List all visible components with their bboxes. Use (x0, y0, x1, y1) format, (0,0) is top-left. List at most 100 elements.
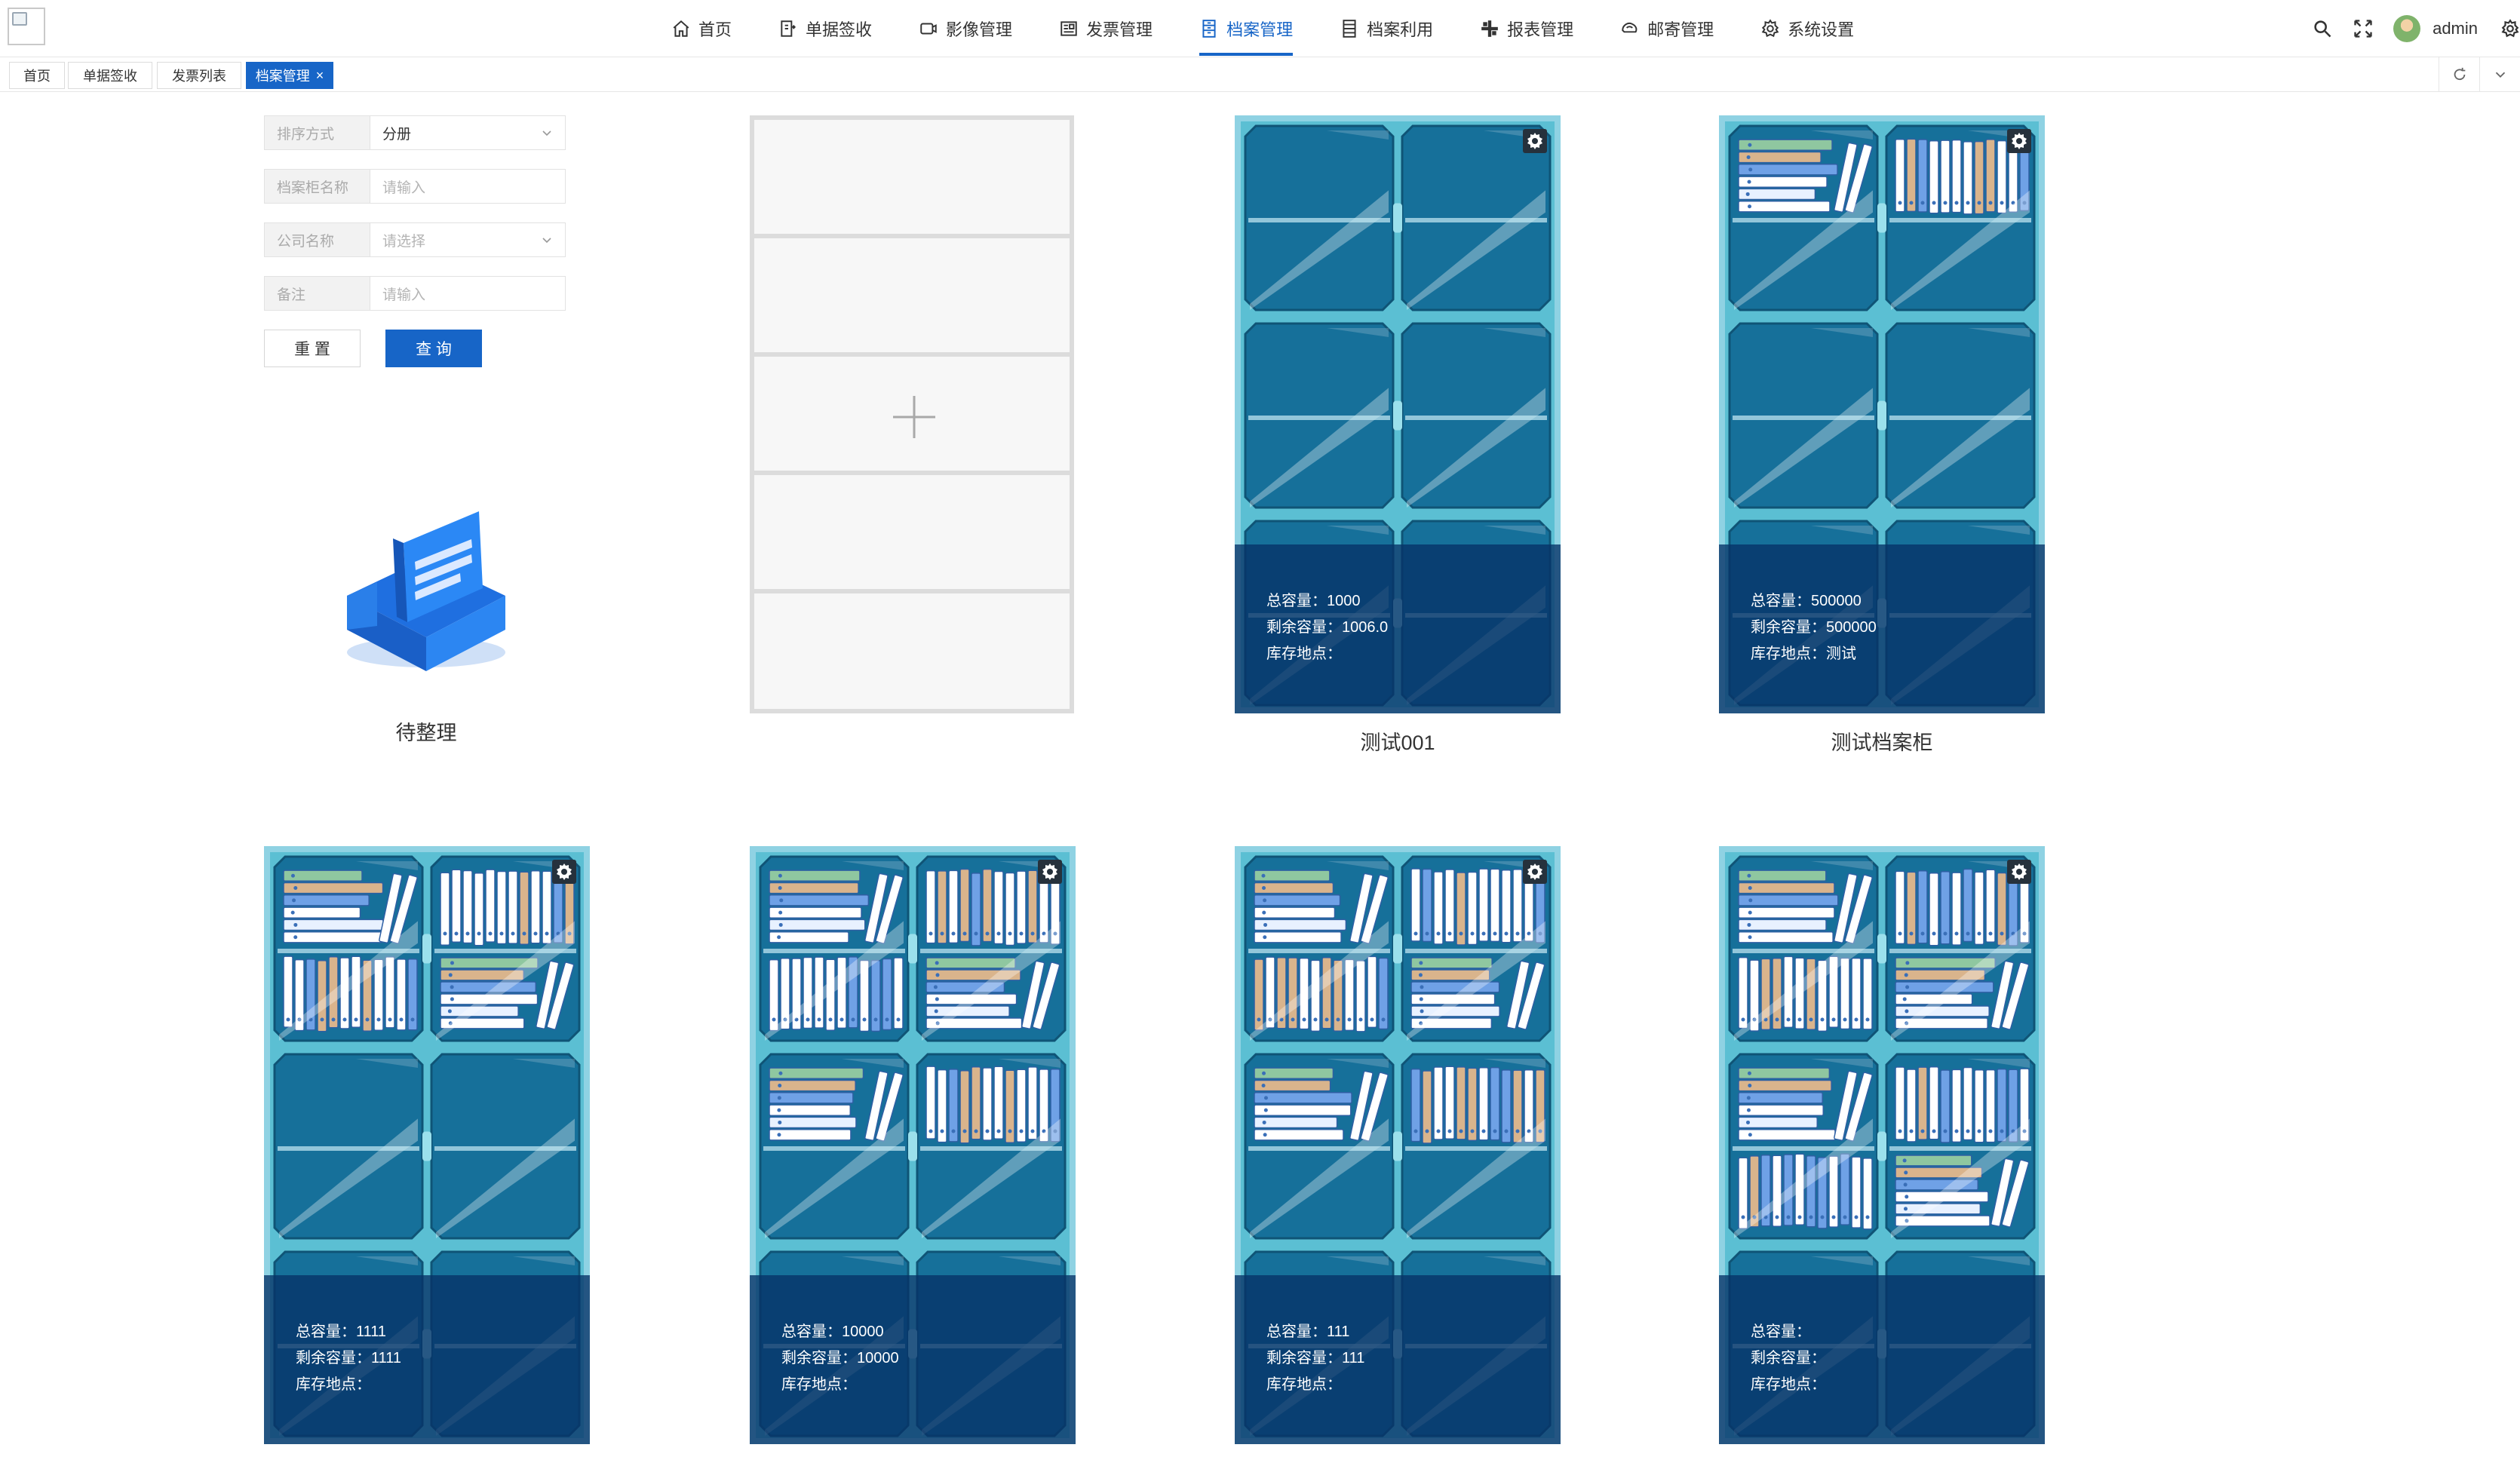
tabs-bar: 首页 单据签收 发票列表 档案管理 × (0, 57, 2520, 92)
cabinet-location-label: 库存地点： (1266, 1376, 1342, 1393)
cabinet-settings-icon[interactable] (552, 860, 576, 884)
cabinet-total-label: 总容量： (1266, 593, 1327, 609)
archive-cabinet-card[interactable]: 总容量：10000 剩余容量：10000 库存地点： (750, 846, 1076, 1444)
tab-document-sign[interactable]: 单据签收 (68, 62, 152, 89)
cabinet-total-value: 1111 (356, 1323, 387, 1340)
nav-item-invoice-management[interactable]: 发票管理 (1059, 0, 1153, 57)
cabinet-remaining-line: 剩余容量：1111 (296, 1345, 590, 1372)
cabinet-settings-icon[interactable] (1523, 129, 1547, 153)
nav-item-image-management[interactable]: 影像管理 (919, 0, 1012, 57)
nav-item-system-settings[interactable]: 系统设置 (1760, 0, 1854, 57)
cabinet-total-line: 总容量：111 (1266, 1319, 1561, 1345)
mail-icon (1622, 23, 1638, 33)
archive-cabinet-card[interactable]: 总容量：1111 剩余容量：1111 库存地点： (264, 846, 590, 1444)
remark-input[interactable]: 请输入 (370, 276, 566, 311)
archive-cabinet-card[interactable]: 总容量：1000 剩余容量：1006.0 库存地点： (1235, 115, 1561, 713)
cabinet-location-line: 库存地点： (781, 1372, 1076, 1398)
cabinet-total-value: 10000 (842, 1323, 884, 1340)
cabinet-info-overlay: 总容量：1111 剩余容量：1111 库存地点： (264, 1275, 590, 1444)
cabinet-remaining-value: 500000 (1826, 619, 1877, 636)
cabinet-remaining-label: 剩余容量： (781, 1350, 857, 1366)
cabinet-name-row: 档案柜名称 请输入 (264, 169, 566, 204)
home-icon (673, 20, 689, 37)
cabinet-remaining-line: 剩余容量：1006.0 (1266, 615, 1561, 641)
cabinet-location-line: 库存地点： (296, 1372, 590, 1398)
document-sign-icon (781, 20, 797, 37)
cabinet-remaining-label: 剩余容量： (1751, 619, 1826, 636)
nav-item-label: 报表管理 (1507, 20, 1574, 39)
main-nav: 首页 单据签收 影像管理 发票管理 档案管理 档案利用 报表管理 邮寄管理 系统… (671, 0, 1901, 57)
chevron-down-icon (2495, 72, 2505, 78)
cabinet-total-label: 总容量： (1266, 1323, 1327, 1340)
reset-button[interactable]: 重 置 (264, 330, 361, 367)
cabinet-total-label: 总容量： (296, 1323, 356, 1340)
invoice-icon (1060, 21, 1077, 36)
cabinet-info-overlay: 总容量：1000 剩余容量：1006.0 库存地点： (1235, 544, 1561, 713)
cabinet-total-label: 总容量： (781, 1323, 842, 1340)
avatar[interactable] (2393, 15, 2421, 42)
tab-label: 首页 (23, 69, 51, 84)
cabinet-remaining-label: 剩余容量： (1751, 1350, 1826, 1366)
company-placeholder: 请选择 (382, 233, 426, 250)
settings-gear-icon[interactable] (2500, 18, 2520, 39)
cabinet-total-line: 总容量：1111 (296, 1319, 590, 1345)
logo[interactable] (8, 8, 45, 45)
tab-label: 单据签收 (83, 69, 137, 84)
tab-invoice-list[interactable]: 发票列表 (157, 62, 241, 89)
chevron-down-icon (542, 130, 551, 136)
camera-icon (920, 23, 937, 35)
cabinet-shelf (754, 475, 1070, 593)
add-cabinet-card[interactable] (750, 115, 1074, 713)
cabinet-location-line: 库存地点：测试 (1751, 641, 2045, 667)
cabinet-settings-icon[interactable] (1523, 860, 1547, 884)
cabinet-settings-icon[interactable] (1038, 860, 1062, 884)
tab-menu-button[interactable] (2479, 57, 2520, 92)
header-tools: admin (2312, 0, 2520, 57)
cabinet-remaining-label: 剩余容量： (296, 1350, 371, 1366)
remark-row: 备注 请输入 (264, 276, 566, 311)
archive-cabinet-card[interactable]: 总容量：111 剩余容量：111 库存地点： (1235, 846, 1561, 1444)
tab-archive-management[interactable]: 档案管理 × (246, 62, 333, 89)
sort-select[interactable]: 分册 (370, 115, 566, 150)
cabinet-settings-icon[interactable] (2007, 860, 2031, 884)
nav-item-document-sign[interactable]: 单据签收 (778, 0, 872, 57)
sort-value: 分册 (382, 126, 412, 143)
tab-home[interactable]: 首页 (9, 62, 65, 89)
pending-label: 待整理 (395, 722, 457, 744)
search-icon[interactable] (2312, 18, 2333, 39)
nav-item-archive-use[interactable]: 档案利用 (1340, 0, 1433, 57)
nav-item-home[interactable]: 首页 (671, 0, 732, 57)
cabinet-location-label: 库存地点： (781, 1376, 857, 1393)
cabinet-remaining-value: 1111 (371, 1350, 402, 1366)
plus-icon (893, 396, 935, 438)
cabinet-location-label: 库存地点： (296, 1376, 371, 1393)
cabinet-total-label: 总容量： (1751, 593, 1811, 609)
fullscreen-icon[interactable] (2353, 18, 2374, 39)
refresh-tab-button[interactable] (2439, 57, 2479, 92)
nav-item-archive-management[interactable]: 档案管理 (1199, 0, 1294, 57)
archive-cabinet-card[interactable]: 总容量： 剩余容量： 库存地点： (1719, 846, 2045, 1444)
top-navigation-bar: 首页 单据签收 影像管理 发票管理 档案管理 档案利用 报表管理 邮寄管理 系统… (0, 0, 2520, 57)
nav-item-mail-management[interactable]: 邮寄管理 (1620, 0, 1714, 57)
tab-close-icon[interactable]: × (316, 68, 324, 84)
nav-item-label: 邮寄管理 (1647, 20, 1714, 39)
username[interactable]: admin (2433, 19, 2478, 38)
remark-label: 备注 (264, 276, 370, 311)
cabinet-location-line: 库存地点： (1266, 641, 1561, 667)
cabinet-location-line: 库存地点： (1266, 1372, 1561, 1398)
archive-cabinet-card[interactable]: 总容量：500000 剩余容量：500000 库存地点：测试 (1719, 115, 2045, 713)
company-row: 公司名称 请选择 (264, 222, 566, 257)
chevron-down-icon (542, 238, 551, 244)
cabinet-location-label: 库存地点： (1751, 646, 1826, 662)
pending-archive-icon[interactable] (332, 498, 520, 686)
company-select[interactable]: 请选择 (370, 222, 566, 257)
cabinet-remaining-value: 10000 (857, 1350, 899, 1366)
cabinet-total-line: 总容量：1000 (1266, 588, 1561, 615)
query-button[interactable]: 查 询 (385, 330, 482, 367)
company-label: 公司名称 (264, 222, 370, 257)
archive-use-icon (1343, 20, 1356, 38)
nav-item-report-management[interactable]: 报表管理 (1480, 0, 1573, 57)
cabinet-settings-icon[interactable] (2007, 129, 2031, 153)
cabinet-name-input[interactable]: 请输入 (370, 169, 566, 204)
settings-icon (1761, 19, 1779, 38)
